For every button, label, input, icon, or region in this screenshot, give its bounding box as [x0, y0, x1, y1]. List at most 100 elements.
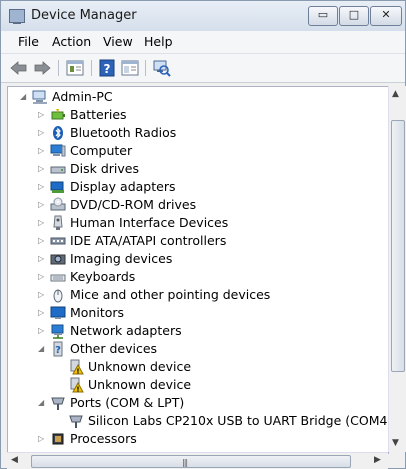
tree-category[interactable]: ▷ Batteries [8, 106, 388, 124]
tree-category-label: Processors [70, 431, 137, 446]
other-devices-icon: ? [50, 341, 66, 357]
device-tree[interactable]: ◢ Admin-PC ▷ Batteries ▷ Bluetooth Radios ▷ Com… [7, 86, 389, 454]
scroll-left-icon[interactable]: ◀ [11, 455, 18, 465]
tree-device-label: Silicon Labs CP210x USB to UART Bridge (… [88, 413, 389, 428]
minimize-button[interactable]: ▭ [308, 6, 338, 26]
scroll-down-icon[interactable]: ▼ [392, 438, 399, 448]
expand-arrow-icon[interactable]: ▷ [38, 290, 46, 299]
mouse-icon [50, 287, 66, 303]
scan-hardware-icon[interactable] [151, 58, 171, 78]
view-icon[interactable] [120, 58, 140, 78]
tree-device[interactable]: ! Unknown device [8, 376, 388, 394]
tree-device-label: Unknown device [88, 359, 192, 374]
keyboard-icon [50, 269, 66, 285]
collapse-arrow-icon[interactable]: ◢ [38, 398, 46, 407]
disk-drive-icon [50, 161, 66, 177]
tree-category-label: Computer [70, 143, 133, 158]
computer-icon [50, 143, 66, 159]
expand-arrow-icon[interactable]: ▷ [38, 110, 46, 119]
tree-category-label: IDE ATA/ATAPI controllers [70, 233, 227, 248]
tree-category-label: Monitors [70, 305, 125, 320]
tree-category[interactable]: ▷ Monitors [8, 304, 388, 322]
tree-category[interactable]: ▷ Network adapters [8, 322, 388, 340]
expand-arrow-icon[interactable]: ▷ [38, 308, 46, 317]
dvd-drive-icon [50, 197, 66, 213]
scroll-right-icon[interactable]: ▶ [374, 455, 381, 465]
collapse-arrow-icon[interactable]: ◢ [38, 344, 46, 353]
svg-text:?: ? [55, 345, 61, 356]
menu-bar: File Action View Help [1, 31, 405, 54]
expand-arrow-icon[interactable]: ▷ [38, 218, 46, 227]
tree-category[interactable]: ▷ Human Interface Devices [8, 214, 388, 232]
tree-category-label: Disk drives [70, 161, 139, 176]
tree-category-label: Bluetooth Radios [70, 125, 177, 140]
tree-category[interactable]: ▷ Keyboards [8, 268, 388, 286]
vertical-scroll-thumb[interactable] [391, 120, 405, 372]
ide-controller-icon [50, 233, 66, 249]
title-bar[interactable]: Device Manager ▭ □ ✕ [1, 1, 405, 31]
tree-category[interactable]: ▷ Mice and other pointing devices [8, 286, 388, 304]
expand-arrow-icon[interactable]: ▷ [38, 434, 46, 443]
expand-arrow-icon[interactable]: ▷ [38, 200, 46, 209]
close-button[interactable]: ✕ [370, 6, 402, 26]
tree-category[interactable]: ▷ IDE ATA/ATAPI controllers [8, 232, 388, 250]
svg-text:!: ! [76, 386, 79, 394]
scroll-up-icon[interactable]: ▲ [392, 89, 399, 99]
tree-category-label: Imaging devices [70, 251, 173, 266]
tree-device[interactable]: ! Unknown device [8, 358, 388, 376]
tree-category[interactable]: ▷ Bluetooth Radios [8, 124, 388, 142]
expand-arrow-icon[interactable]: ▷ [38, 128, 46, 137]
window-title: Device Manager [31, 8, 137, 23]
warning-device-icon: ! [68, 359, 84, 376]
battery-icon [50, 107, 66, 123]
toolbar-separator [145, 60, 146, 76]
tree-device[interactable]: Silicon Labs CP210x USB to UART Bridge (… [8, 412, 389, 430]
maximize-icon: □ [348, 8, 360, 21]
tree-category[interactable]: ◢ Ports (COM & LPT) [8, 394, 388, 412]
network-adapter-icon [50, 323, 66, 339]
expand-arrow-icon[interactable]: ▷ [38, 182, 46, 191]
tree-category[interactable]: ▷ Display adapters [8, 178, 388, 196]
tree-category[interactable]: ▷ DVD/CD-ROM drives [8, 196, 388, 214]
collapse-arrow-icon[interactable]: ◢ [20, 92, 28, 101]
tree-category[interactable]: ◢? Other devices [8, 340, 388, 358]
forward-icon[interactable] [32, 58, 52, 78]
horizontal-scroll-thumb[interactable]: ||| [31, 455, 351, 468]
tree-category[interactable]: ▷ Processors [8, 430, 388, 448]
expand-arrow-icon[interactable]: ▷ [38, 254, 46, 263]
back-icon[interactable] [9, 58, 29, 78]
menu-file[interactable]: File [18, 34, 39, 49]
tree-category[interactable]: ▷ Disk drives [8, 160, 388, 178]
menu-help[interactable]: Help [144, 34, 173, 49]
toolbar-separator [91, 60, 92, 76]
hid-icon [50, 215, 66, 231]
properties-icon[interactable] [65, 58, 85, 78]
menu-view[interactable]: View [103, 34, 133, 49]
expand-arrow-icon[interactable]: ▷ [38, 164, 46, 173]
menu-action[interactable]: Action [52, 34, 91, 49]
vertical-scrollbar[interactable]: ▲ ▼ [388, 86, 406, 452]
minimize-icon: ▭ [317, 8, 329, 21]
maximize-button[interactable]: □ [339, 6, 369, 26]
warning-device-icon: ! [68, 377, 84, 394]
tree-category-label: Ports (COM & LPT) [70, 395, 185, 410]
horizontal-scrollbar[interactable]: ◀ ||| ▶ [7, 452, 388, 469]
tree-category[interactable]: ▷ Imaging devices [8, 250, 388, 268]
tree-category-label: Mice and other pointing devices [70, 287, 271, 302]
tree-root[interactable]: ◢ Admin-PC [8, 88, 388, 106]
svg-text:!: ! [76, 368, 79, 376]
help-icon[interactable]: ? [97, 58, 117, 78]
bluetooth-icon [50, 125, 66, 141]
expand-arrow-icon[interactable]: ▷ [38, 272, 46, 281]
expand-arrow-icon[interactable]: ▷ [38, 236, 46, 245]
computer-root-icon [32, 89, 48, 105]
expand-arrow-icon[interactable]: ▷ [38, 326, 46, 335]
tree-category-label: Display adapters [70, 179, 176, 194]
tree-category-label: Other devices [70, 341, 158, 356]
tree-category-label: Human Interface Devices [70, 215, 229, 230]
processor-icon [50, 431, 66, 447]
toolbar-separator [58, 60, 59, 76]
expand-arrow-icon[interactable]: ▷ [38, 146, 46, 155]
tree-category[interactable]: ▷ Computer [8, 142, 388, 160]
display-adapter-icon [50, 179, 66, 195]
